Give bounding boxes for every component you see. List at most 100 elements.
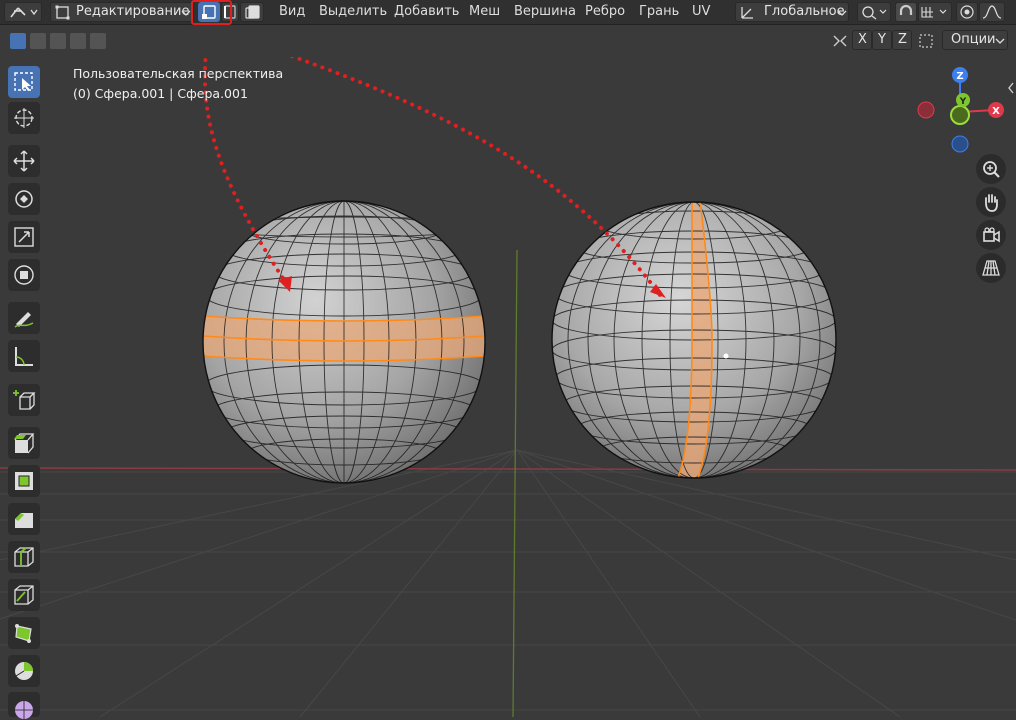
measure-tool[interactable] [8,340,40,372]
chevron-down-icon [30,9,38,16]
proportional-editing-toggle[interactable] [956,2,978,22]
chevron-down-icon [181,10,191,16]
select-extend-icon[interactable] [30,33,46,49]
extrude-icon [14,433,35,454]
loop-cut-icon [14,547,34,567]
highlight-box [191,0,232,25]
rotate-icon [15,190,33,208]
mode-selector[interactable]: Редактирование [50,2,194,22]
bevel-tool[interactable] [8,503,40,535]
global-orientation-icon [741,7,753,19]
active-vertex [723,353,729,359]
floor-grid [0,449,1016,717]
mirror-icon[interactable] [830,31,850,51]
pivot-point-selector[interactable] [857,2,891,22]
snap-toggle[interactable] [895,2,917,22]
mirror-x-toggle[interactable]: X [852,30,872,50]
y-axis-line [512,249,518,717]
magnet-icon [899,4,913,15]
annotate-tool[interactable] [8,302,40,334]
menu-vertex[interactable]: Вершина [514,4,576,19]
extrude-tool[interactable] [8,427,40,459]
move-icon [13,150,35,172]
select-invert-icon[interactable] [70,33,86,49]
transform-icon [14,265,34,285]
transform-orientation-selector[interactable]: Глобальное [735,2,849,22]
add-cube-tool[interactable] [8,384,40,416]
hand-icon [985,194,998,212]
falloff-selector[interactable] [979,2,1005,22]
snap-target-selector[interactable] [918,2,952,22]
menu-face[interactable]: Грань [639,4,679,19]
options-dropdown[interactable]: Опции [942,30,1008,50]
move-tool[interactable] [8,145,40,177]
menu-view[interactable]: Вид [279,4,305,19]
mirror-y-toggle[interactable]: Y [872,30,892,50]
neg-y-axis-handle[interactable] [950,105,970,125]
face-select-mode-button[interactable] [240,2,264,22]
edit-mode-icon [55,5,70,20]
snap-grid-icon [921,7,947,18]
mode-label: Редактирование [76,4,190,19]
select-subtract-icon[interactable] [50,33,66,49]
ruler-icon [15,347,33,366]
perspective-toggle-button[interactable] [976,253,1006,283]
perspective-grid-icon [982,260,1000,276]
menu-add[interactable]: Добавить [394,4,459,19]
sidebar-toggle-icon[interactable] [1006,80,1016,96]
x-axis-line [0,467,1016,471]
viewport-header: Редактирование Вид Выделить Добавить Меш… [0,0,1016,25]
add-cube-icon [13,390,36,410]
sphere-icon [15,701,33,719]
bevel-icon [15,513,33,528]
menu-uv[interactable]: UV [692,4,710,19]
tool-settings-row: X Y Z Опции [0,27,1016,55]
sphere-right[interactable] [551,200,837,479]
orientation-label: Глобальное [764,4,845,19]
mirror-z-toggle[interactable]: Z [892,30,912,50]
select-box-icon [14,72,33,91]
zoom-icon [983,161,1000,178]
gizmo-z-label: Z [956,71,963,82]
scale-tool[interactable] [8,221,40,253]
editor-type-button[interactable] [4,2,42,22]
poly-build-tool[interactable] [8,617,40,649]
camera-icon [983,227,1000,243]
spin-tool[interactable] [8,655,40,687]
loop-cut-tool[interactable] [8,541,40,573]
sphere-left[interactable] [202,200,486,484]
smooth-tool[interactable] [8,692,40,719]
gizmo-x-label: X [992,106,1000,117]
cursor-tool[interactable] [8,102,40,134]
transform-tool[interactable] [8,259,40,291]
inset-icon [15,472,33,490]
object-info-label: (0) Сфера.001 | Сфера.001 [73,86,248,101]
spin-icon [15,662,33,680]
pencil-icon [14,312,34,328]
select-intersect-icon[interactable] [90,33,106,49]
navigation-gizmo[interactable]: Z Y X [914,64,1014,164]
menu-mesh[interactable]: Меш [469,4,500,19]
camera-view-button[interactable] [976,220,1006,250]
inset-tool[interactable] [8,465,40,497]
zoom-button[interactable] [976,154,1006,184]
proportional-editing-icon [960,5,974,19]
viewport-canvas[interactable] [0,57,1016,717]
chevron-down-icon [995,38,1005,44]
menu-select[interactable]: Выделить [319,4,387,19]
select-new-icon[interactable] [10,33,26,49]
neg-x-axis-handle[interactable] [917,101,935,119]
poly-build-icon [15,624,32,643]
chevron-down-icon [837,10,847,16]
rotate-tool[interactable] [8,183,40,215]
pan-button[interactable] [976,187,1006,217]
menu-edge[interactable]: Ребро [585,4,625,19]
knife-icon [14,585,34,605]
gizmo-y-label: Y [959,97,967,107]
knife-tool[interactable] [8,579,40,611]
pivot-icon [862,6,887,20]
neg-z-axis-handle[interactable] [951,135,969,153]
select-box-tool[interactable] [8,66,40,98]
topology-mirror-icon[interactable] [916,31,936,51]
object-axes-icon [10,7,38,18]
